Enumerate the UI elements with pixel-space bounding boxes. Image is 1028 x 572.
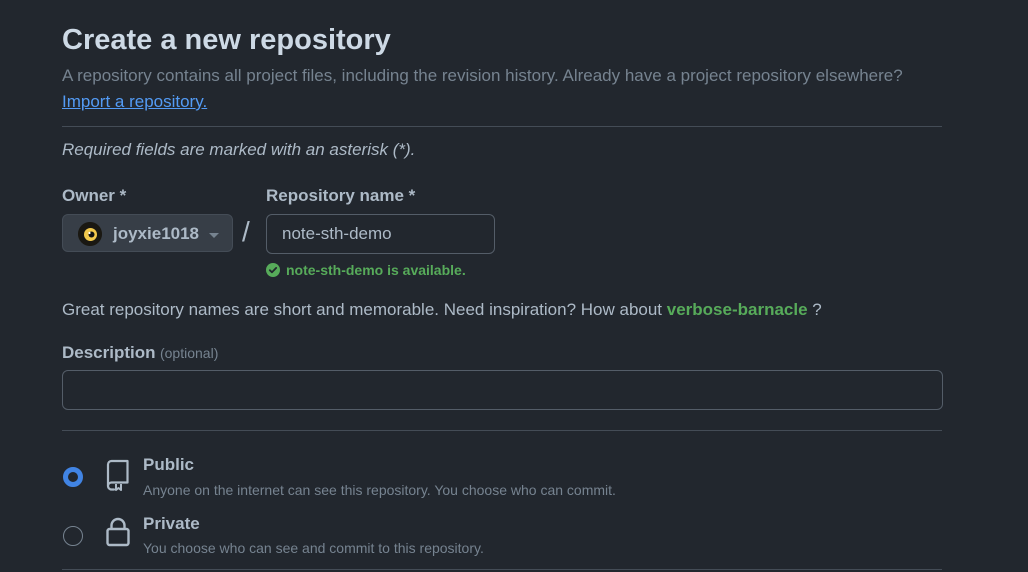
divider: [62, 126, 942, 127]
repository-name-label: Repository name *: [266, 186, 416, 205]
owner-dropdown-button[interactable]: joyxie1018: [62, 214, 233, 252]
lock-icon: [105, 516, 131, 548]
public-description: Anyone on the internet can see this repo…: [143, 482, 616, 498]
owner-repo-separator: /: [242, 216, 250, 247]
private-label: Private: [143, 514, 200, 533]
import-repository-link[interactable]: Import a repository.: [62, 92, 207, 112]
repo-icon: [105, 459, 131, 491]
owner-label: Owner *: [62, 186, 127, 205]
private-description: You choose who can see and commit to thi…: [143, 540, 484, 556]
optional-hint: (optional): [159, 345, 219, 361]
repository-name-input[interactable]: [266, 214, 495, 254]
description-label-text: Description: [62, 343, 156, 362]
availability-text: note-sth-demo is available.: [286, 262, 466, 278]
divider: [62, 430, 942, 431]
owner-name: joyxie1018: [113, 224, 200, 243]
private-radio[interactable]: [63, 526, 83, 546]
check-circle-icon: [266, 263, 280, 277]
suggested-name-button[interactable]: verbose-barnacle: [667, 300, 808, 319]
description-input[interactable]: [62, 370, 943, 410]
create-repository-page: Create a new repository A repository con…: [0, 0, 1028, 572]
name-inspiration: Great repository names are short and mem…: [62, 300, 822, 320]
caret-down-icon: [209, 233, 219, 238]
inspiration-suffix: ?: [812, 300, 822, 319]
page-title: Create a new repository: [62, 24, 391, 56]
divider: [62, 569, 942, 570]
required-fields-note: Required fields are marked with an aster…: [62, 140, 416, 159]
description-label: Description (optional): [62, 343, 218, 363]
public-radio[interactable]: [63, 467, 83, 487]
availability-message: note-sth-demo is available.: [266, 261, 466, 279]
page-subtitle: A repository contains all project files,…: [62, 66, 903, 85]
inspiration-text: Great repository names are short and mem…: [62, 300, 663, 319]
public-label: Public: [143, 455, 195, 474]
avatar: [78, 222, 102, 246]
